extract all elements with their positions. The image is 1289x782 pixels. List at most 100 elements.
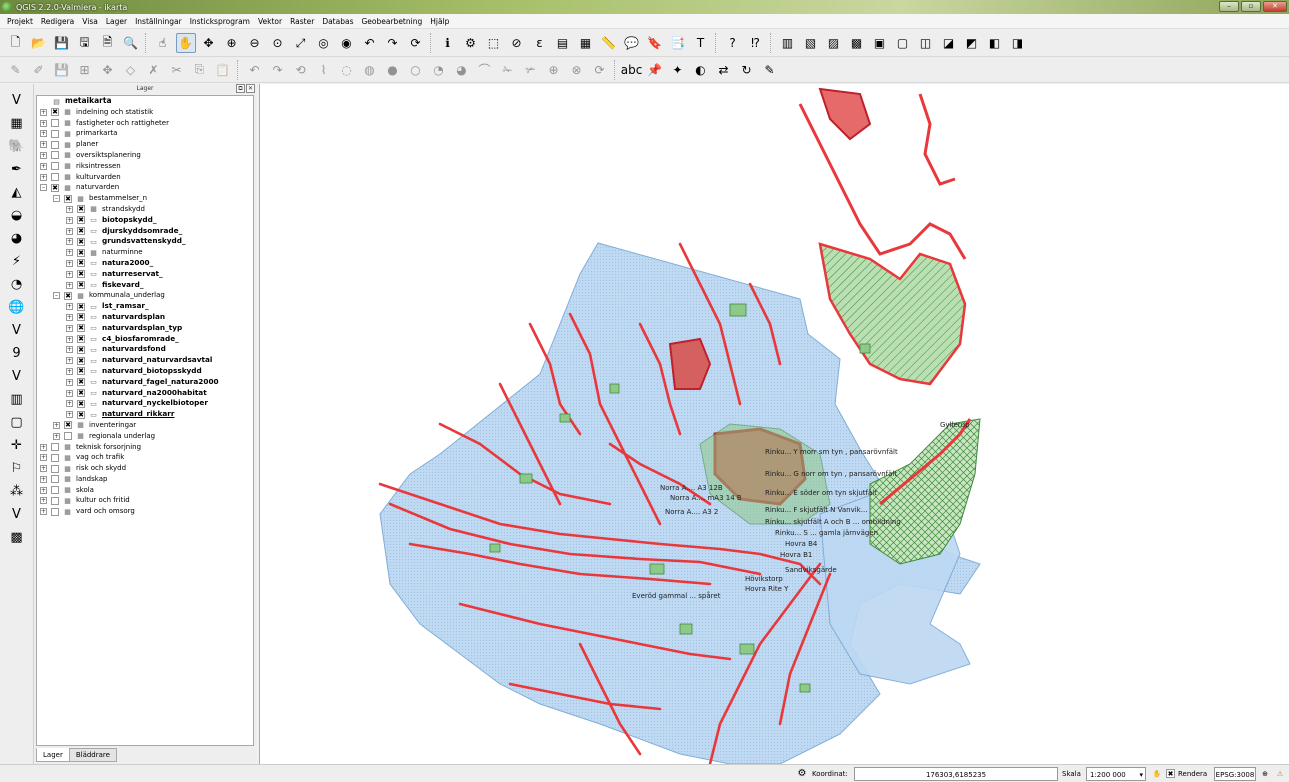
layer-tree-item[interactable]: + ✖ ▭ naturvard_biotopsskydd (37, 366, 253, 377)
add-delimited-text-icon[interactable]: V (6, 320, 28, 340)
layer-visibility-checkbox[interactable]: ✖ (77, 270, 85, 279)
layer-visibility-checkbox[interactable]: ✖ (64, 421, 72, 430)
field-calculator-icon[interactable]: ▦ (576, 33, 596, 53)
expand-icon[interactable]: + (40, 119, 47, 127)
layer-tree-item[interactable]: + ✖ ▭ lst_ramsar_ (37, 301, 253, 312)
expand-icon[interactable]: + (66, 270, 73, 278)
add-ring-icon[interactable]: ◌ (337, 60, 357, 80)
layer-visibility-checkbox[interactable] (51, 140, 59, 149)
layer-visibility-checkbox[interactable] (51, 507, 59, 516)
render-checkbox[interactable]: ✖ (1166, 769, 1175, 778)
merge-attributes-icon[interactable]: ⊗ (567, 60, 587, 80)
add-part-icon[interactable]: ◍ (360, 60, 380, 80)
collapse-icon[interactable]: – (53, 195, 60, 203)
menu-geobearbetning[interactable]: Geobearbetning (357, 14, 426, 29)
whats-this-icon[interactable]: ⁉ (746, 33, 766, 53)
layer-visibility-checkbox[interactable] (51, 173, 59, 182)
tab-lager[interactable]: Lager (36, 748, 70, 762)
menu-redigera[interactable]: Redigera (37, 14, 78, 29)
identify-icon[interactable]: ℹ (438, 33, 458, 53)
layer-tree-item[interactable]: + ▦ teknisk forsorjning (37, 442, 253, 453)
undo-icon[interactable]: ↶ (245, 60, 265, 80)
open-project-icon[interactable]: 📂 (29, 33, 49, 53)
menu-visa[interactable]: Visa (78, 14, 102, 29)
expand-icon[interactable]: + (66, 216, 73, 224)
expand-icon[interactable]: + (66, 400, 73, 408)
layer-tree-item[interactable]: + ✖ ▭ c4_biosfaromrade_ (37, 334, 253, 345)
layer-tree-item[interactable]: + ✖ ▭ grundsvattenskydd_ (37, 236, 253, 247)
stop-render-icon[interactable]: ✋ (1151, 767, 1163, 781)
layer-tree-item[interactable]: + ✖ ▭ naturvard_fagel_natura2000 (37, 377, 253, 388)
expand-icon[interactable]: + (66, 205, 73, 213)
layer-visibility-checkbox[interactable]: ✖ (51, 108, 59, 117)
collapse-icon[interactable]: – (40, 184, 47, 192)
maximize-button[interactable]: ▫ (1241, 1, 1261, 12)
expand-icon[interactable]: + (66, 378, 73, 386)
select-expression-icon[interactable]: ε (530, 33, 550, 53)
offset-curve-icon[interactable]: ⌒ (475, 60, 495, 80)
layer-visibility-checkbox[interactable]: ✖ (77, 410, 85, 419)
layer-tree-item[interactable]: + ▦ oversiktsplanering (37, 150, 253, 161)
zoom-layer-icon[interactable]: ◉ (337, 33, 357, 53)
zoom-next-icon[interactable]: ↷ (383, 33, 403, 53)
layer-visibility-checkbox[interactable]: ✖ (77, 248, 85, 257)
layer-tree-item[interactable]: + ▦ risk och skydd (37, 463, 253, 474)
layer-visibility-checkbox[interactable]: ✖ (77, 389, 85, 398)
expand-icon[interactable]: + (40, 141, 47, 149)
tab-bladdrare[interactable]: Bläddrare (68, 748, 117, 762)
messages-icon[interactable]: ⚙ (795, 767, 809, 781)
add-mssql-layer-icon[interactable]: ▣ (870, 33, 890, 53)
reshape-features-icon[interactable]: ◕ (452, 60, 472, 80)
redo-icon[interactable]: ↷ (268, 60, 288, 80)
expand-icon[interactable]: + (66, 313, 73, 321)
expand-icon[interactable]: + (66, 249, 73, 257)
georeferencer-icon[interactable]: ▩ (6, 527, 28, 547)
layer-visibility-checkbox[interactable]: ✖ (64, 194, 72, 203)
layer-visibility-checkbox[interactable] (51, 496, 59, 505)
layer-visibility-checkbox[interactable]: ✖ (77, 356, 85, 365)
expand-icon[interactable]: + (53, 421, 60, 429)
layer-visibility-checkbox[interactable] (51, 151, 59, 160)
new-bookmark-icon[interactable]: 🔖 (645, 33, 665, 53)
layer-tree-item[interactable]: + ▦ regionala underlag (37, 431, 253, 442)
delete-ring-icon[interactable]: ○ (406, 60, 426, 80)
text-annotation-icon[interactable]: T (691, 33, 711, 53)
layer-visibility-checkbox[interactable]: ✖ (77, 259, 85, 268)
layer-tree-item[interactable]: + ▦ planer (37, 139, 253, 150)
refresh-icon[interactable]: ⟳ (406, 33, 426, 53)
warning-icon[interactable]: ⚠ (1274, 767, 1286, 781)
expand-icon[interactable]: + (40, 108, 47, 116)
expand-icon[interactable]: + (66, 281, 73, 289)
pin-labels-icon[interactable]: 📌 (645, 60, 665, 80)
pan-to-selection-icon[interactable]: ✥ (199, 33, 219, 53)
crs-button[interactable]: EPSG:3008 (1214, 767, 1256, 781)
layer-tree-item[interactable]: + ✖ ▭ naturvard_naturvardsavtal (37, 355, 253, 366)
layer-visibility-checkbox[interactable] (51, 443, 59, 451)
add-spatialite-layer-icon[interactable]: ✒ (6, 159, 28, 179)
layer-tree-item[interactable]: + ✖ ▭ naturvardsplan_typ (37, 323, 253, 334)
layer-visibility-checkbox[interactable] (51, 464, 59, 473)
layer-tree-item[interactable]: + ✖ ▭ fiskevard_ (37, 280, 253, 291)
expand-icon[interactable]: + (40, 173, 47, 181)
expand-icon[interactable]: + (40, 475, 47, 483)
add-wfs-layer-icon[interactable]: ◔ (6, 274, 28, 294)
add-mssql-layer-icon[interactable]: ◭ (6, 182, 28, 202)
float-panel-icon[interactable]: ⧉ (236, 84, 245, 93)
coordinate-input[interactable]: 176303,6185235 (854, 767, 1058, 781)
expand-icon[interactable]: + (40, 497, 47, 505)
expand-icon[interactable]: + (66, 346, 73, 354)
layer-tree-item[interactable]: + ▦ primarkarta (37, 128, 253, 139)
menu-insticksprogram[interactable]: Insticksprogram (186, 14, 254, 29)
layer-tree-item[interactable]: + ▦ fastigheter och rattigheter (37, 118, 253, 129)
split-features-icon[interactable]: ✁ (498, 60, 518, 80)
layer-visibility-checkbox[interactable]: ✖ (77, 205, 85, 214)
map-tips-icon[interactable]: 💬 (622, 33, 642, 53)
zoom-last-icon[interactable]: ↶ (360, 33, 380, 53)
new-spatialite-icon[interactable]: ◨ (1008, 33, 1028, 53)
layer-visibility-checkbox[interactable]: ✖ (77, 399, 85, 408)
layer-visibility-checkbox[interactable]: ✖ (77, 216, 85, 225)
rotate-label-icon[interactable]: ↻ (737, 60, 757, 80)
save-edits-icon[interactable]: 💾 (52, 60, 72, 80)
add-oracle-layer-icon[interactable]: ◒ (6, 205, 28, 225)
zoom-selection-icon[interactable]: ◎ (314, 33, 334, 53)
